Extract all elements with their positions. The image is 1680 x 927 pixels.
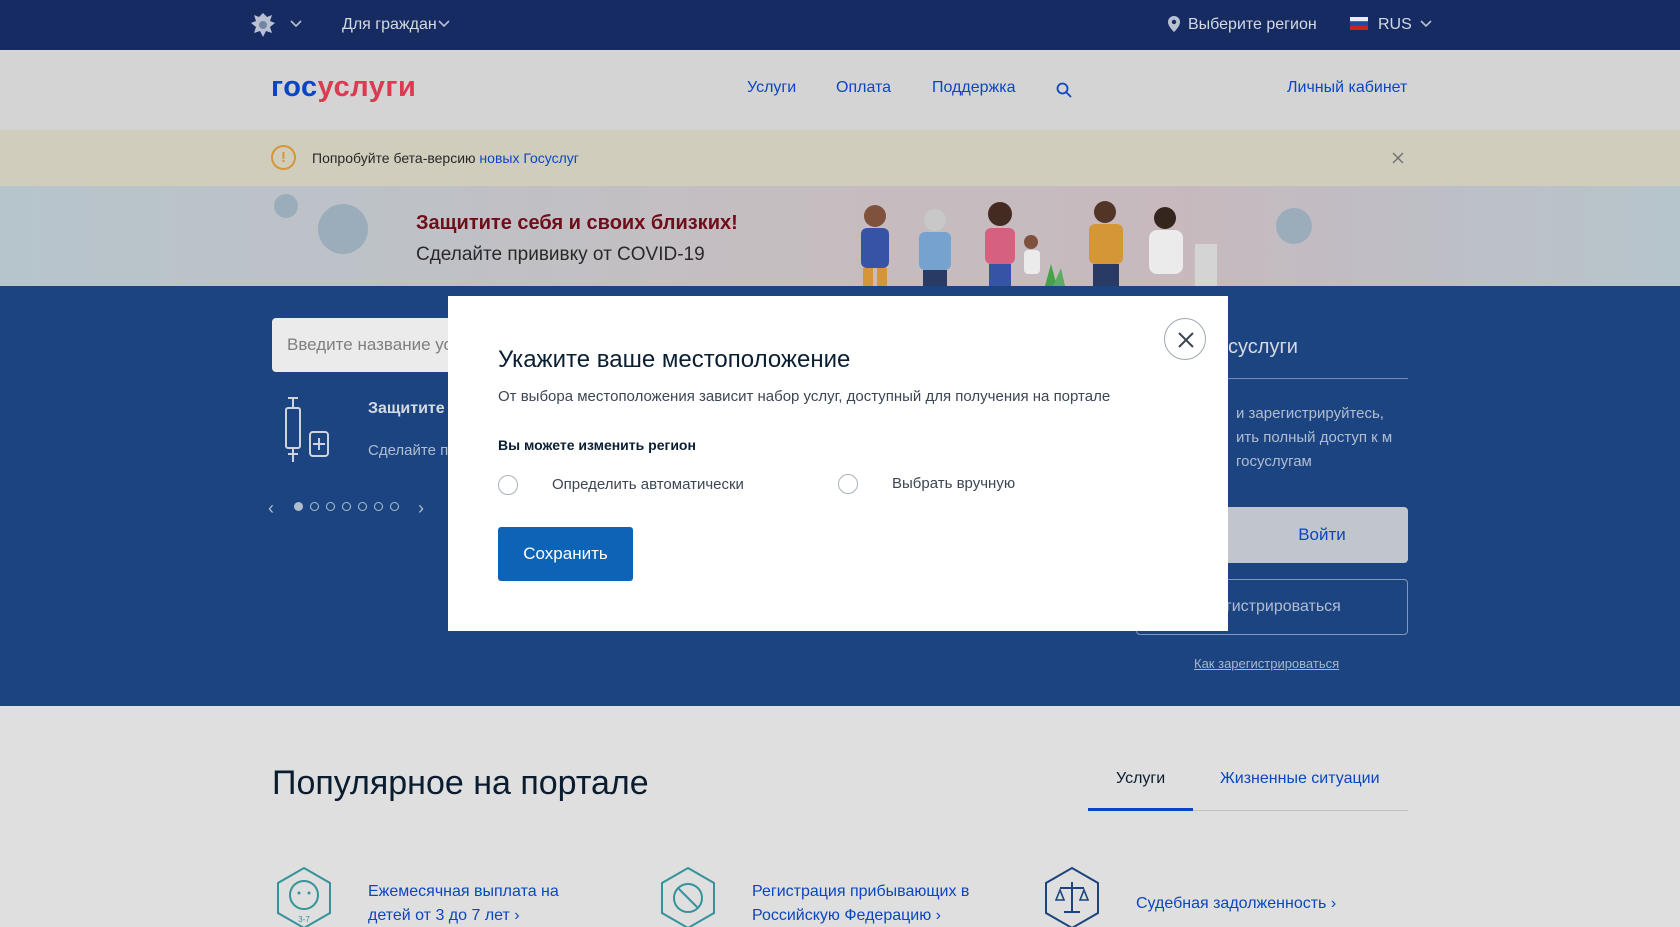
region-label: Вы можете изменить регион	[498, 437, 696, 453]
radio-manual-select-label[interactable]: Выбрать вручную	[892, 475, 1015, 492]
save-button[interactable]: Сохранить	[498, 527, 633, 581]
radio-auto-detect[interactable]	[498, 475, 518, 495]
location-modal: Укажите ваше местоположение От выбора ме…	[448, 296, 1228, 631]
close-modal-button[interactable]	[1164, 318, 1206, 360]
modal-description: От выбора местоположения зависит набор у…	[498, 388, 1111, 405]
radio-manual-select[interactable]	[838, 474, 858, 494]
radio-auto-detect-label[interactable]: Определить автоматически	[552, 476, 744, 493]
close-icon	[1178, 332, 1194, 348]
modal-title: Укажите ваше местоположение	[498, 346, 851, 373]
